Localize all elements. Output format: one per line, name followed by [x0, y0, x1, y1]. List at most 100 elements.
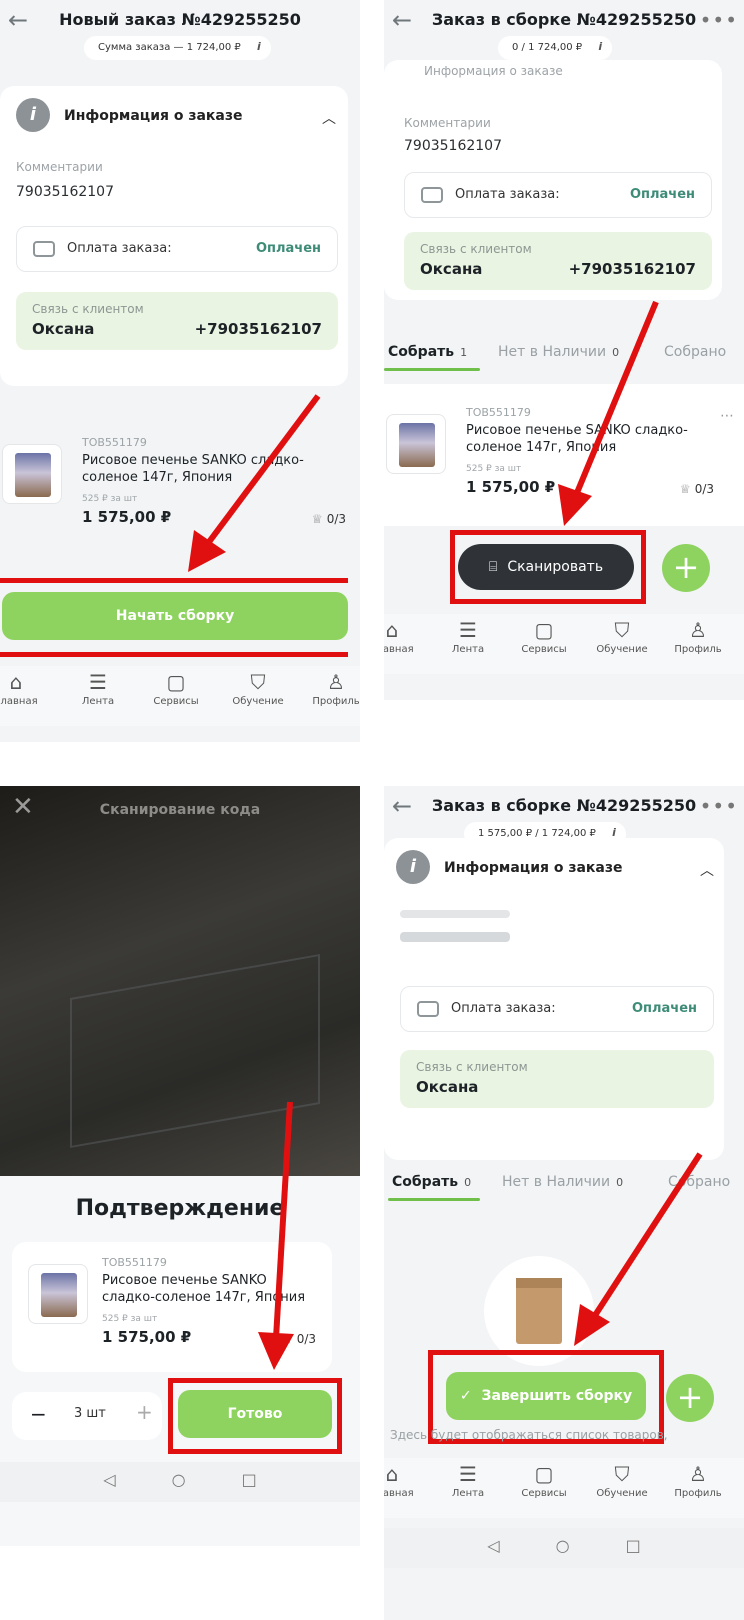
finish-assembly-button[interactable]: ✓ Завершить сборку [446, 1372, 646, 1420]
info-icon[interactable]: i [598, 40, 602, 53]
contact-label: Связь с клиентом [32, 302, 144, 316]
nav-education[interactable]: ⛉ Обучение [586, 1462, 658, 1499]
product-item[interactable]: ТОВ551179 Рисовое печенье SANKO сладко-с… [386, 406, 716, 506]
nav-home[interactable]: ⌂ Главная [384, 1462, 428, 1499]
product-unit-price: 525 ₽ за шт [82, 494, 138, 504]
scanner-screen: ✕ Сканирование кода Подтверждение ТОВ551… [0, 786, 360, 1546]
nav-feed-label: Лента [451, 644, 485, 655]
system-recents-icon[interactable]: □ [242, 1470, 257, 1489]
order-info-card: i Информация о заказе ︿ Оплата заказа: О… [384, 838, 724, 1160]
done-button[interactable]: Готово [178, 1390, 332, 1438]
order-info-header[interactable]: i Информация о заказе ︿ [16, 96, 336, 136]
system-recents-icon[interactable]: □ [626, 1536, 641, 1555]
home-icon: ⌂ [9, 670, 23, 694]
nav-education[interactable]: ⛉ Обучение [586, 618, 658, 655]
tab-bar: Собрать 0 Нет в Наличии 0 Собрано [384, 1164, 744, 1204]
product-qty-value: 0/3 [296, 1332, 316, 1346]
tab-collected[interactable]: Собрано [668, 1174, 730, 1190]
education-icon: ⛉ [250, 670, 266, 694]
quantity-value[interactable]: 3 шт [74, 1406, 106, 1421]
comment-label: Комментарии [16, 160, 103, 174]
nav-profile[interactable]: ♙ Профиль [662, 618, 734, 655]
info-icon[interactable]: i [257, 40, 261, 53]
start-assembly-button[interactable]: Начать сборку [2, 592, 348, 640]
more-options-icon[interactable]: ••• [700, 8, 738, 32]
order-sum-pill[interactable]: 0 / 1 724,00 ₽ i [498, 36, 613, 60]
payment-status: Оплачен [629, 187, 695, 202]
page-title: Заказ в сборке №429255250 [431, 796, 697, 815]
bottom-nav: ⌂ Главная ☰ Лента ▢ Сервисы ⛉ Обучение ♙ Проф… [384, 614, 744, 674]
product-price: 1 575,00 ₽ [102, 1328, 192, 1346]
nav-home[interactable]: ⌂ Главная [384, 618, 428, 655]
scan-button[interactable]: ⌸ Сканировать [458, 544, 634, 590]
highlight-line-bottom [0, 652, 348, 657]
bottom-nav: ⌂ Главная ☰ Лента ▢ Сервисы ⛉ Обучение ♙ Проф… [384, 1458, 744, 1518]
product-unit-price: 525 ₽ за шт [466, 464, 522, 474]
nav-services[interactable]: ▢ Сервисы [508, 618, 580, 655]
chevron-up-icon[interactable]: ︿ [700, 860, 714, 880]
bottom-nav: ⌂ Главная ☰ Лента ▢ Сервисы ⛉ Обучение ♙ Проф… [0, 666, 360, 726]
camera-viewfinder[interactable]: ✕ Сканирование кода [0, 786, 360, 1176]
comment-label: Комментарии [404, 116, 491, 130]
tab-collect-label: Собрать [392, 1174, 459, 1190]
system-back-icon[interactable]: ◁ [487, 1536, 499, 1555]
nav-feed-label: Лента [81, 696, 115, 707]
nav-profile-label: Профиль [674, 644, 722, 655]
system-home-icon[interactable]: ○ [172, 1470, 186, 1489]
services-icon: ▢ [166, 670, 186, 694]
order-sum-text: Сумма заказа — 1 724,00 ₽ [98, 42, 241, 53]
nav-services[interactable]: ▢ Сервисы [508, 1462, 580, 1499]
info-circle-icon: i [16, 98, 50, 132]
order-sum-pill[interactable]: Сумма заказа — 1 724,00 ₽ i [84, 36, 271, 60]
nav-services[interactable]: ▢ Сервисы [140, 670, 212, 707]
product-code: ТОВ551179 [82, 436, 147, 449]
highlight-line-top [0, 578, 348, 583]
tab-collect[interactable]: Собрать 0 [392, 1174, 471, 1190]
increment-button[interactable]: + [136, 1400, 153, 1424]
product-image [28, 1264, 88, 1324]
tab-collected[interactable]: Собрано [664, 344, 726, 360]
add-item-button[interactable]: + [662, 544, 710, 592]
more-options-icon[interactable]: ••• [700, 794, 738, 818]
order-info-title: Информация о заказе [444, 860, 623, 876]
nav-profile-label: Профиль [674, 1488, 722, 1499]
tab-out-of-stock[interactable]: Нет в Наличии 0 [502, 1174, 623, 1190]
order-info-header[interactable]: i Информация о заказе ︿ [396, 848, 714, 888]
nav-feed[interactable]: ☰ Лента [432, 618, 504, 655]
nav-home[interactable]: ⌂ Главная [0, 670, 52, 707]
chevron-up-icon[interactable]: ︿ [322, 108, 336, 128]
tab-out-of-stock-count: 0 [616, 1176, 624, 1189]
page-title: Заказ в сборке №429255250 [431, 10, 697, 29]
services-icon: ▢ [534, 618, 554, 642]
contact-box[interactable]: Связь с клиентом Оксана +79035162107 [16, 292, 338, 350]
system-home-icon[interactable]: ○ [556, 1536, 570, 1555]
confirmation-title: Подтверждение [75, 1196, 285, 1221]
nav-profile[interactable]: ♙ Профиль [300, 670, 360, 707]
tab-collect[interactable]: Собрать 1 [388, 344, 467, 360]
nav-feed[interactable]: ☰ Лента [432, 1462, 504, 1499]
add-item-button[interactable]: + [666, 1374, 714, 1422]
header: ← Новый заказ №429255250 Сумма заказа — … [0, 0, 360, 72]
active-tab-indicator [384, 368, 480, 371]
contact-box[interactable]: Связь с клиентом Оксана +79035162107 [404, 232, 712, 290]
tab-out-of-stock[interactable]: Нет в Наличии 0 [498, 344, 619, 360]
decrement-button[interactable]: − [30, 1402, 47, 1426]
contact-box[interactable]: Связь с клиентом Оксана [400, 1050, 714, 1108]
feed-icon: ☰ [89, 670, 107, 694]
payment-row: Оплата заказа: Оплачен [400, 986, 714, 1032]
nav-feed[interactable]: ☰ Лента [62, 670, 134, 707]
product-more-icon[interactable]: ⋯ [720, 408, 734, 424]
page-title: Новый заказ №429255250 [59, 10, 301, 29]
nav-education[interactable]: ⛉ Обучение [222, 670, 294, 707]
system-back-icon[interactable]: ◁ [103, 1470, 115, 1489]
nav-profile[interactable]: ♙ Профиль [662, 1462, 734, 1499]
product-qty-value: 0/3 [326, 512, 346, 526]
contact-phone[interactable]: +79035162107 [195, 320, 322, 338]
contact-phone[interactable]: +79035162107 [569, 260, 696, 278]
education-icon: ⛉ [614, 1462, 630, 1486]
comment-phone: 79035162107 [404, 138, 502, 154]
system-nav-bar: ◁ ○ □ [384, 1528, 744, 1568]
profile-icon: ♙ [689, 1462, 707, 1486]
product-item[interactable]: ТОВ551179 Рисовое печенье SANKO сладко-с… [2, 436, 348, 536]
product-item: ТОВ551179 Рисовое печенье SANKO сладко-с… [28, 1256, 318, 1356]
